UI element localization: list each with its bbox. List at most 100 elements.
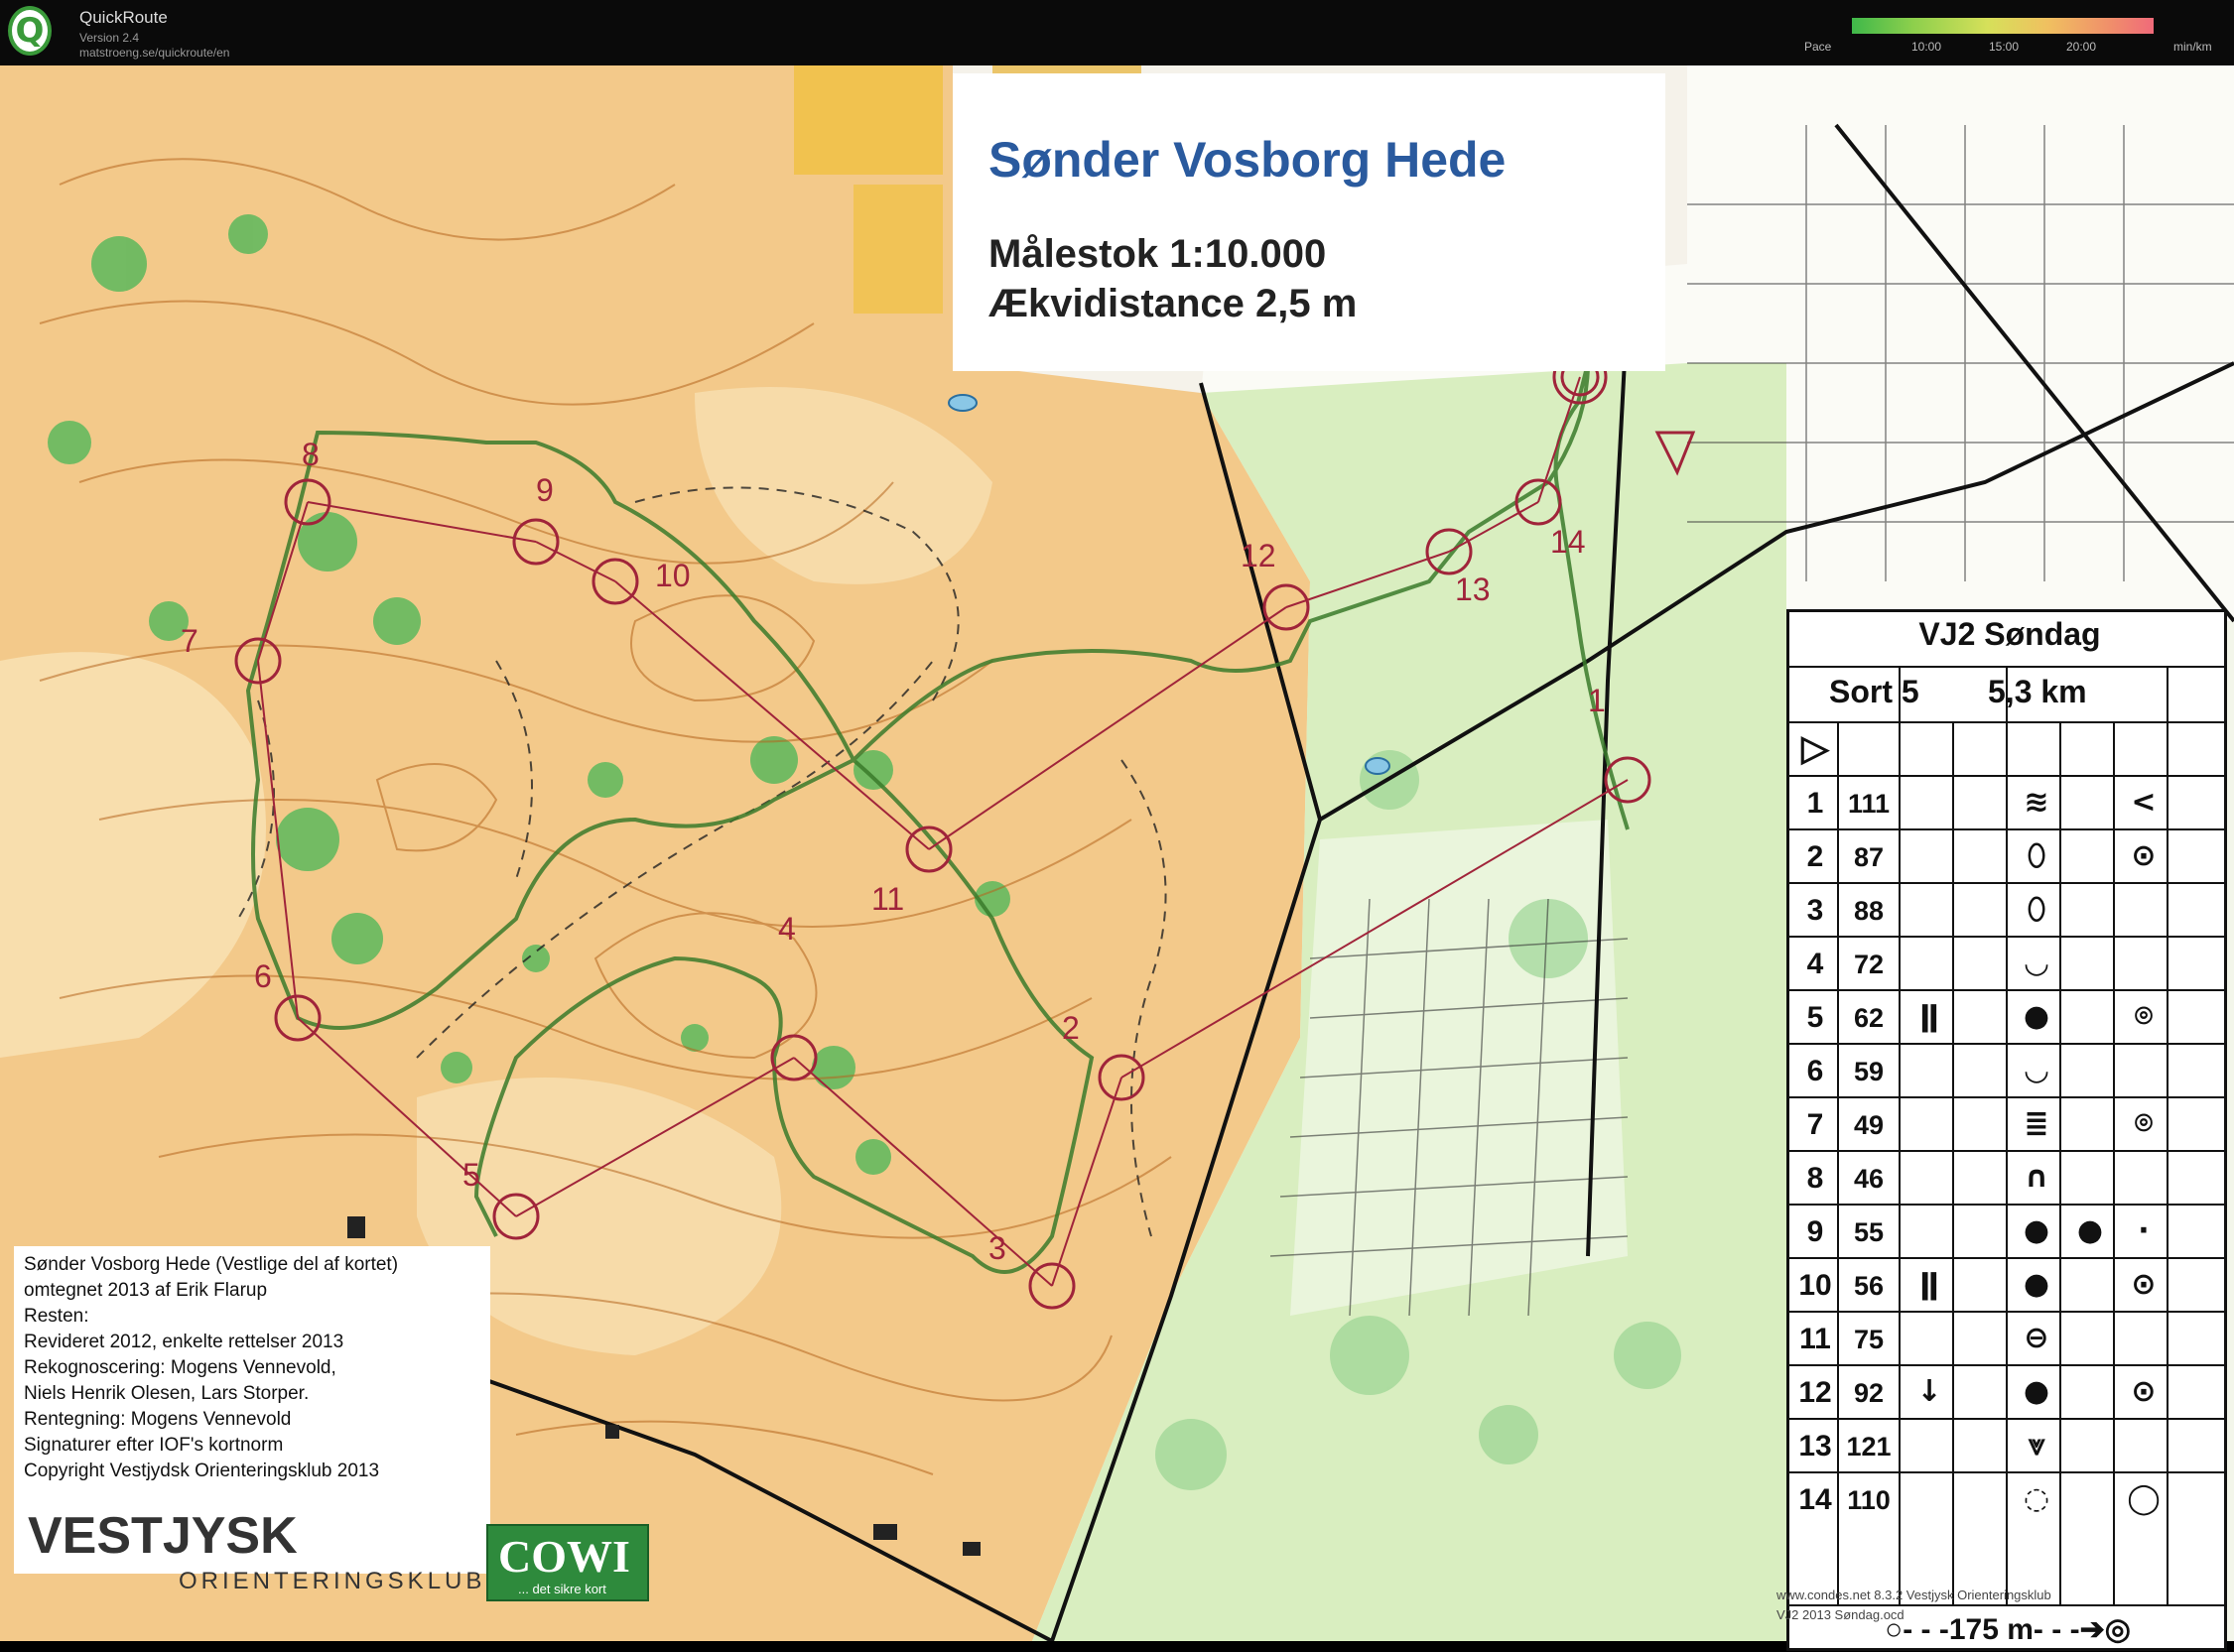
credit-line: Resten: [24, 1306, 89, 1327]
pace-tick: 10:00 [1911, 40, 1942, 54]
cd-row: 5 62 ǁ ● ⌾ [1789, 989, 2226, 1045]
control-label: 4 [778, 911, 796, 947]
cd-control-number: 9 [1806, 1215, 1824, 1248]
map-title-box: Sønder Vosborg Hede Målestok 1:10.000 Æk… [953, 73, 1665, 371]
cd-symbol-e-icon: ⊖ [2024, 1321, 2049, 1355]
credit-line: Sønder Vosborg Hede (Vestlige del af kor… [24, 1254, 399, 1275]
control-label: 8 [302, 437, 320, 472]
cd-row: 6 59 ◡ [1789, 1043, 2226, 1098]
footnote: www.condes.net 8.3.2 Vestjysk Orienterin… [1776, 1588, 2051, 1602]
cd-symbol-e-icon: ● [2023, 999, 2050, 1034]
control-label: 7 [181, 623, 198, 659]
cd-symbol-c-icon: ǁ [1919, 999, 1939, 1034]
credit-line: Signaturer efter IOF's kortnorm [24, 1435, 284, 1456]
control-label: 2 [1062, 1010, 1080, 1046]
cd-symbol-g-icon: ⊙ [2131, 838, 2157, 873]
cd-control-code: 46 [1853, 1164, 1885, 1194]
cd-control-number: 5 [1806, 1001, 1824, 1034]
cd-symbol-e-icon: ◡ [2025, 946, 2048, 980]
cd-row: 7 49 ≣ ⌾ [1789, 1096, 2226, 1152]
cd-control-number: 8 [1806, 1162, 1824, 1195]
cd-row: 2 87 ⬯ ⊙ [1789, 828, 2226, 884]
control-label: 12 [1241, 538, 1276, 573]
map-scale: Målestok 1:10.000 [988, 232, 1327, 276]
cd-control-number: 7 [1806, 1108, 1824, 1141]
cd-control-number: 14 [1798, 1483, 1832, 1516]
quickroute-logo-icon: Q [8, 6, 52, 56]
cd-symbol-e-icon: ∩ [2024, 1160, 2049, 1195]
cd-row: 11 75 ⊖ [1789, 1311, 2226, 1366]
cd-row: 10 56 ǁ ● ⊙ [1789, 1257, 2226, 1313]
credit-line: Rekognoscering: Mogens Vennevold, [24, 1357, 336, 1378]
pace-color-scale [1852, 18, 2154, 34]
control-label: 10 [655, 558, 691, 593]
cd-symbol-e-icon: ◌ [2023, 1481, 2050, 1516]
cd-symbol-e-icon: ≋ [2024, 785, 2049, 820]
control-label: 5 [462, 1157, 480, 1193]
control-description-sheet: VJ2 Søndag Sort 5 5,3 km ▷ 1 111 ≋ <2 87 ⬯ ⊙ 3 8… [1786, 609, 2227, 1651]
app-url[interactable]: matstroeng.se/quickroute/en [79, 46, 229, 60]
cd-symbol-g-icon: ⌾ [2135, 999, 2153, 1034]
cd-symbol-c-icon: ↓ [1916, 1374, 1942, 1409]
cd-control-code: 110 [1847, 1485, 1891, 1515]
cd-row: 3 88 ⬯ [1789, 882, 2226, 938]
sponsor-logo: COWI ... det sikre kort [486, 1524, 649, 1601]
sponsor-tagline: ... det sikre kort [518, 1582, 606, 1596]
cd-control-code: 88 [1853, 896, 1885, 926]
pace-unit: min/km [2173, 40, 2212, 54]
start-triangle-icon: ▷ [1801, 727, 1829, 768]
cd-control-code: 111 [1847, 789, 1891, 819]
credit-line: Niels Henrik Olesen, Lars Storper. [24, 1383, 310, 1404]
cd-symbol-e-icon: ● [2023, 1213, 2050, 1248]
cd-row: 1 111 ≋ < [1789, 775, 2226, 830]
cd-control-code: 55 [1853, 1217, 1885, 1247]
cd-symbol-g-icon: ◯ [2127, 1481, 2161, 1516]
cd-symbol-g-icon: ⋅ [2138, 1213, 2150, 1248]
control-label: 9 [536, 472, 554, 508]
cd-control-number: 11 [1799, 1323, 1831, 1355]
control-label: 11 [871, 881, 905, 917]
cd-control-code: 87 [1853, 842, 1885, 872]
pace-tick: 15:00 [1989, 40, 2020, 54]
cd-control-number: 10 [1798, 1269, 1832, 1302]
cd-symbol-e-icon: ≣ [2024, 1106, 2049, 1141]
cd-symbol-e-icon: ● [2023, 1374, 2050, 1409]
cd-symbol-e-icon: ⩔ [2028, 1428, 2045, 1462]
app-header: Q QuickRoute Version 2.4 matstroeng.se/q… [0, 0, 2234, 65]
cd-control-code: 62 [1853, 1003, 1885, 1033]
cd-control-code: 56 [1853, 1271, 1885, 1301]
cd-control-number: 4 [1806, 948, 1824, 980]
cd-control-number: 6 [1806, 1055, 1824, 1087]
cd-control-number: 3 [1806, 894, 1824, 927]
cd-symbol-g-icon: < [2131, 785, 2157, 820]
cd-length: 5,3 km [1988, 674, 2087, 709]
cd-start-row: ▷ [1789, 721, 2226, 777]
cd-symbol-e-icon: ◡ [2025, 1053, 2048, 1087]
cd-row: 4 72 ◡ [1789, 936, 2226, 991]
control-label: 6 [254, 958, 272, 994]
cd-symbol-e-icon: ⬯ [2027, 892, 2046, 927]
pace-label: Pace [1804, 40, 1832, 54]
credit-line: Revideret 2012, enkelte rettelser 2013 [24, 1332, 344, 1352]
cd-control-code: 49 [1853, 1110, 1885, 1140]
cd-control-code: 121 [1846, 1432, 1892, 1461]
cd-control-code: 72 [1853, 950, 1885, 979]
cd-symbol-g-icon: ⌾ [2135, 1106, 2153, 1141]
cd-symbol-f-icon: ● [2076, 1213, 2104, 1248]
credit-line: Copyright Vestjydsk Orienteringsklub 201… [24, 1461, 380, 1481]
control-label: 14 [1550, 524, 1586, 560]
cd-symbol-e-icon: ⬯ [2027, 838, 2046, 873]
app-version: Version 2.4 [79, 31, 140, 45]
cd-class: Sort 5 [1829, 674, 1919, 709]
cd-row: 9 55 ● ● ⋅ [1789, 1204, 2226, 1259]
app-name: QuickRoute [79, 8, 168, 27]
cd-symbol-g-icon: ⊙ [2131, 1267, 2157, 1302]
footnote-file: VJ2 2013 Søndag.ocd [1776, 1607, 1905, 1622]
cd-row: 12 92 ↓ ● ⊙ [1789, 1364, 2226, 1420]
cd-control-number: 1 [1806, 787, 1824, 820]
pace-tick: 20:00 [2066, 40, 2097, 54]
control-label: 1 [1588, 683, 1606, 718]
cd-control-number: 12 [1798, 1376, 1832, 1409]
cd-row: 13 121 ⩔ [1789, 1418, 2226, 1473]
cd-row: 8 46 ∩ [1789, 1150, 2226, 1206]
